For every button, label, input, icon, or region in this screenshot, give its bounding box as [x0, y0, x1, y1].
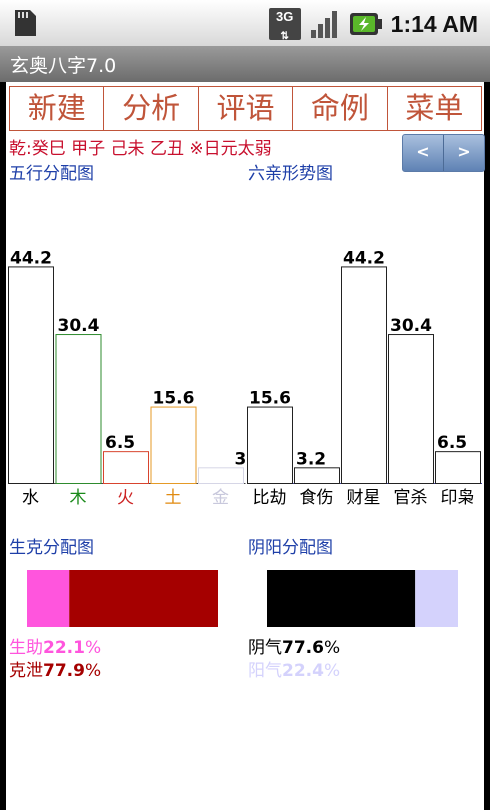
shengzhu-label: 生助: [9, 638, 43, 658]
wuxing-value-label: 44.2: [10, 248, 52, 268]
shengzhu-value: 22.1: [43, 638, 85, 658]
wuxing-value-label: 6.5: [105, 433, 135, 453]
network-3g-icon: 3G ⇅: [268, 8, 301, 42]
liuqin-value-label: 15.6: [249, 389, 291, 409]
kexie-label: 克泄: [9, 661, 43, 681]
wuxing-category-label: 水: [22, 488, 39, 508]
yang-label: 阳气: [248, 661, 282, 681]
wuxing-category-label: 土: [165, 488, 182, 508]
shengke-segment: [27, 570, 70, 627]
liuqin-bar: [435, 451, 481, 484]
liuqin-bar: [294, 467, 340, 485]
title-bar: 玄奥八字7.0: [0, 46, 490, 82]
yin-legend: 阴气77.6%: [248, 633, 340, 658]
liuqin-category-label: 印枭: [441, 488, 475, 508]
battery-charging-icon: [349, 13, 382, 35]
yang-value: 22.4: [282, 661, 324, 681]
liuqin-category-label: 财星: [347, 488, 381, 508]
ratio-charts: [27, 570, 458, 627]
wuxing-bar: [198, 467, 244, 485]
wuxing-value-label: 15.6: [153, 389, 195, 409]
app-title: 玄奥八字7.0: [10, 55, 117, 77]
liuqin-value-label: 30.4: [390, 316, 432, 336]
yinyang-chart-title: 阴阳分配图: [248, 538, 333, 558]
liuqin-bar: [388, 334, 434, 484]
wuxing-bar: [55, 334, 102, 484]
wuxing-bar: [103, 451, 149, 484]
shengke-segment: [69, 570, 218, 627]
liuqin-value-label: 44.2: [343, 248, 385, 268]
yin-value: 77.6: [282, 638, 324, 658]
liuqin-bar: [247, 406, 293, 484]
wuxing-category-label: 火: [117, 488, 134, 508]
kexie-value: 77.9: [43, 661, 85, 681]
yinyang-segment: [267, 570, 416, 627]
kexie-percent: %: [84, 661, 102, 681]
yin-label: 阴气: [248, 638, 282, 658]
yang-percent: %: [323, 661, 341, 681]
wuxing-bar: [150, 406, 197, 484]
yang-legend: 阳气22.4%: [248, 656, 340, 681]
liuqin-category-label: 食伤: [300, 488, 334, 508]
wuxing-category-label: 金: [212, 488, 229, 508]
kexie-legend: 克泄77.9%: [9, 656, 101, 681]
liuqin-value-label: 6.5: [437, 433, 467, 453]
main-content: 新建 分析 评语 命例 菜单 乾:癸巳 甲子 己未 乙丑 ※日元太弱 < > 五…: [6, 82, 485, 810]
status-bar: 3G ⇅ 1:14 AM: [0, 0, 490, 46]
signal-strength-icon: [310, 11, 337, 38]
bar-charts: 44.2水30.4木6.5火15.6土3.2金15.6比劫3.2食伤44.2财星…: [8, 248, 482, 508]
sd-card-icon: [15, 10, 36, 36]
liuqin-value-label: 3.2: [296, 449, 326, 469]
liuqin-category-label: 比劫: [253, 488, 287, 508]
yin-percent: %: [323, 638, 341, 658]
shengke-chart-title: 生克分配图: [9, 538, 94, 558]
clock: 1:14 AM: [390, 10, 478, 37]
liuqin-bar: [341, 266, 387, 484]
wuxing-category-label: 木: [70, 488, 87, 508]
wuxing-bar: [8, 266, 54, 484]
wuxing-value-label: 30.4: [58, 316, 100, 336]
liuqin-category-label: 官杀: [394, 488, 428, 508]
shengzhu-percent: %: [84, 638, 102, 658]
yinyang-segment: [415, 570, 458, 627]
shengzhu-legend: 生助22.1%: [9, 633, 101, 658]
